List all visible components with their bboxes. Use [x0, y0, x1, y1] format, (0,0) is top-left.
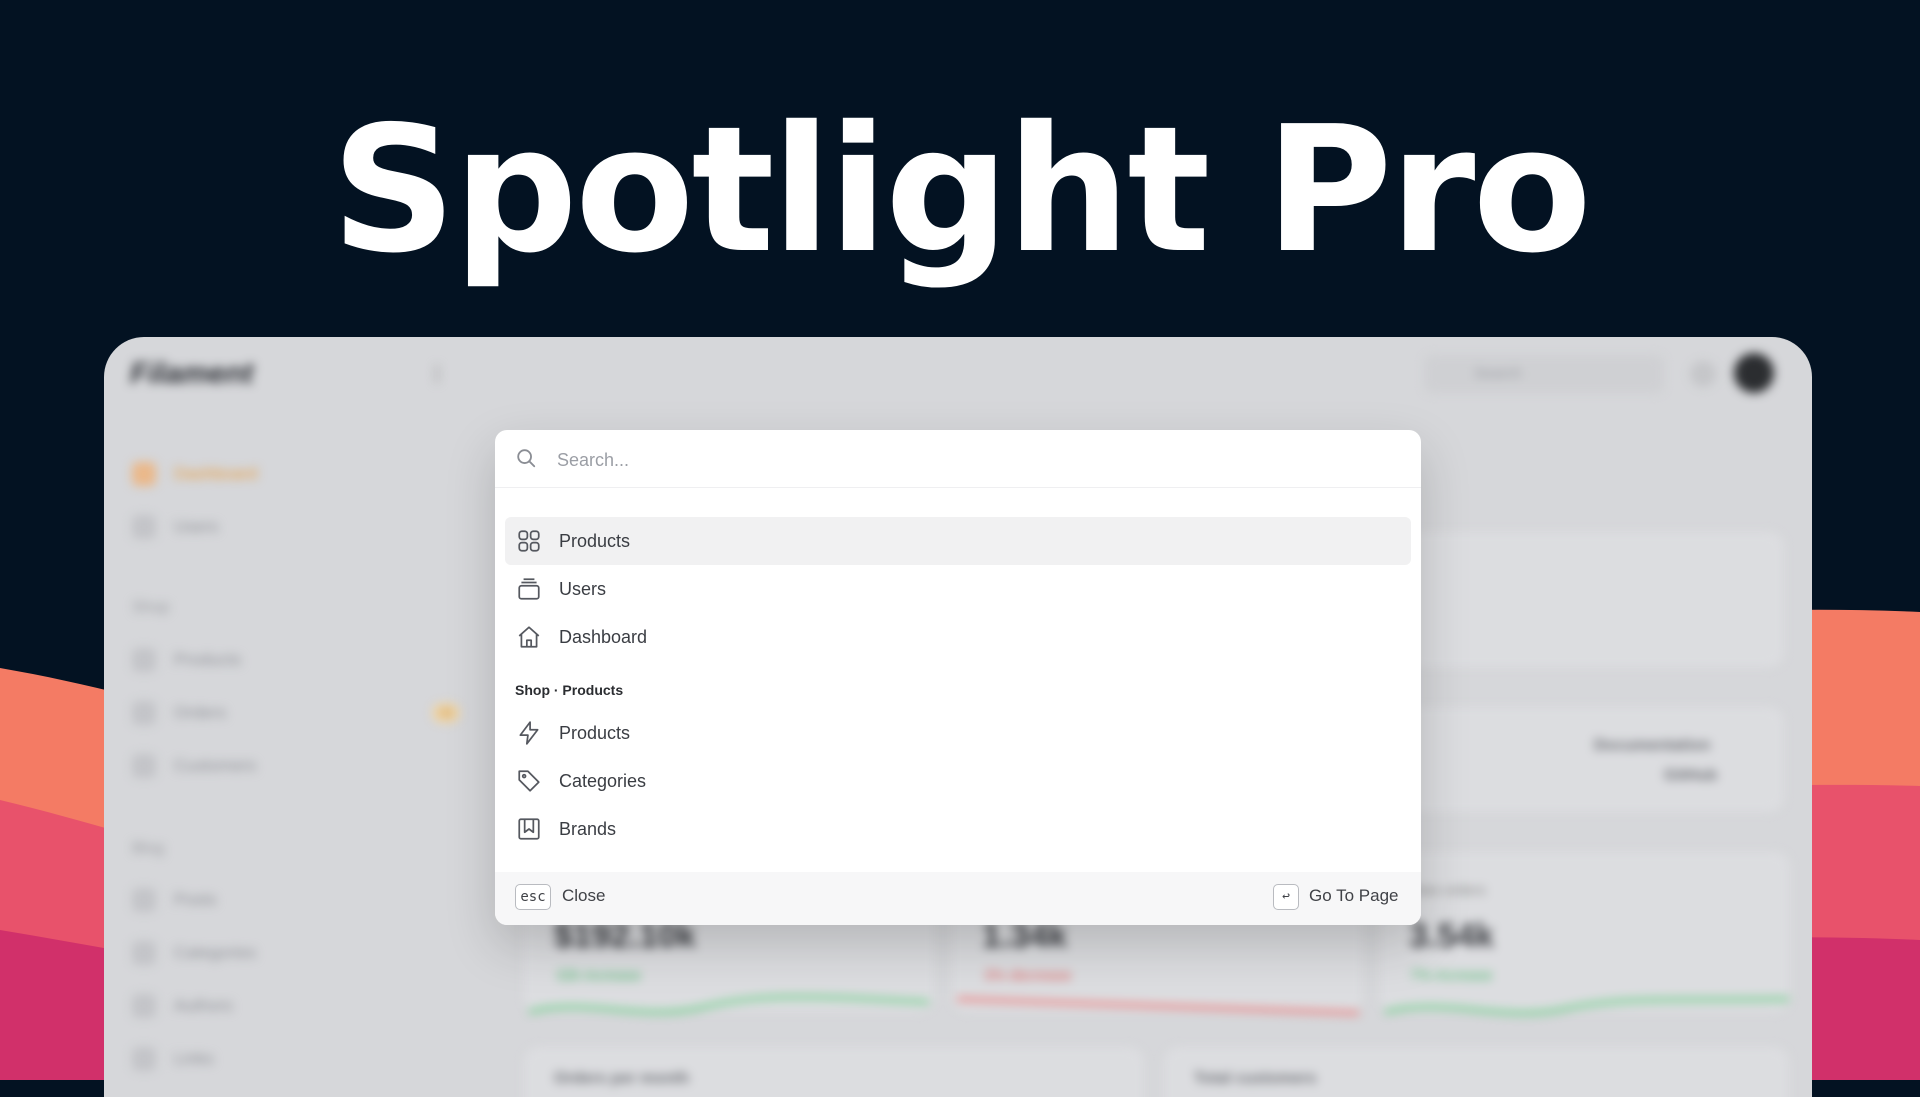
sidebar-item-users: Users: [132, 510, 218, 544]
close-button[interactable]: Close: [562, 886, 605, 906]
user-avatar: [1734, 353, 1774, 393]
sidebar-item-label: Authors: [174, 996, 233, 1015]
result-label: Products: [559, 530, 631, 551]
stat-trend: 3% decrease: [984, 967, 1072, 984]
sidebar-item-label: Dashboard: [174, 464, 258, 483]
result-shop-products[interactable]: Products: [505, 709, 1411, 757]
categories-icon: [132, 941, 156, 965]
sidebar-item-products: Products: [132, 643, 241, 677]
sidebar-item-orders: Orders: [132, 696, 226, 730]
result-shop-brands[interactable]: Brands: [505, 805, 1411, 853]
orders-icon: [132, 701, 156, 725]
result-group-heading: Shop · Products: [515, 682, 624, 698]
sidebar-item-label: Categories: [174, 943, 257, 962]
sidebar-item-label: Posts: [174, 890, 217, 909]
result-label: Brands: [559, 818, 617, 839]
sidebar-item-posts: Posts: [132, 883, 217, 917]
account-widget: [1404, 532, 1784, 667]
bolt-icon: [515, 719, 543, 747]
stat-trend: 32k increase: [556, 967, 642, 984]
result-users[interactable]: Users: [505, 565, 1411, 613]
result-label: Products: [559, 722, 631, 743]
authors-icon: [132, 994, 156, 1018]
enter-key-icon: ↩: [1273, 884, 1299, 910]
chart-title: Orders per month: [554, 1070, 690, 1087]
stack-icon: [515, 575, 543, 603]
info-widget: [1404, 707, 1784, 812]
app-logo: Filament: [130, 357, 254, 390]
sidebar-group-blog: Blog: [132, 840, 165, 857]
sidebar-item-label: Customers: [174, 756, 257, 775]
stat-value: 3.54k: [1409, 917, 1495, 955]
grid-icon: [515, 527, 543, 555]
bookmark-icon: [515, 815, 543, 843]
spotlight-footer: esc Close ↩ Go To Page: [495, 872, 1421, 925]
customers-icon: [132, 754, 156, 778]
sidebar-item-dashboard: Dashboard: [132, 457, 257, 491]
result-label: Users: [559, 578, 607, 599]
home-icon: [132, 462, 156, 486]
result-label: Categories: [559, 770, 647, 791]
link-icon: [132, 1047, 156, 1071]
home-icon: [515, 623, 543, 651]
products-icon: [132, 648, 156, 672]
chart-title: Total customers: [1194, 1070, 1317, 1087]
sidebar-item-label: Links: [174, 1049, 214, 1068]
sidebar-group-shop: Shop: [132, 599, 170, 616]
hero-title: Spotlight Pro: [331, 89, 1592, 292]
sidebar-item-label: Products: [174, 650, 242, 669]
result-label: Dashboard: [559, 626, 648, 647]
sidebar-item-links: Links: [132, 1042, 214, 1076]
users-icon: [132, 515, 156, 539]
sidebar-item-authors: Authors: [132, 989, 233, 1023]
search-icon: [517, 449, 536, 468]
go-to-page-button[interactable]: Go To Page: [1309, 886, 1398, 906]
tag-icon: [515, 767, 543, 795]
sparklines: [528, 995, 1790, 1015]
sidebar-item-label: Orders: [174, 703, 226, 722]
esc-key-hint: esc: [515, 884, 551, 910]
global-search-field: Search: [1424, 355, 1664, 393]
result-products[interactable]: Products: [505, 517, 1411, 565]
spotlight-search-input[interactable]: [555, 440, 1399, 480]
documentation-link: Documentation: [1594, 737, 1711, 754]
sidebar-item-label: Users: [174, 517, 219, 536]
spotlight-modal: Products Users Dashboard Shop · Products…: [495, 430, 1421, 925]
sidebar-item-customers: Customers: [132, 749, 256, 783]
stat-trend: 7% increase: [1410, 967, 1493, 984]
sidebar-item-blog-categories: Categories: [132, 936, 256, 970]
spotlight-search-row: [495, 430, 1421, 488]
result-shop-categories[interactable]: Categories: [505, 757, 1411, 805]
result-dashboard[interactable]: Dashboard: [505, 613, 1411, 661]
sidebar-collapse-icon: [436, 365, 448, 383]
notifications-icon: [1690, 361, 1716, 387]
posts-icon: [132, 888, 156, 912]
github-link: GitHub: [1664, 767, 1718, 784]
orders-count-badge: 06: [432, 703, 460, 723]
